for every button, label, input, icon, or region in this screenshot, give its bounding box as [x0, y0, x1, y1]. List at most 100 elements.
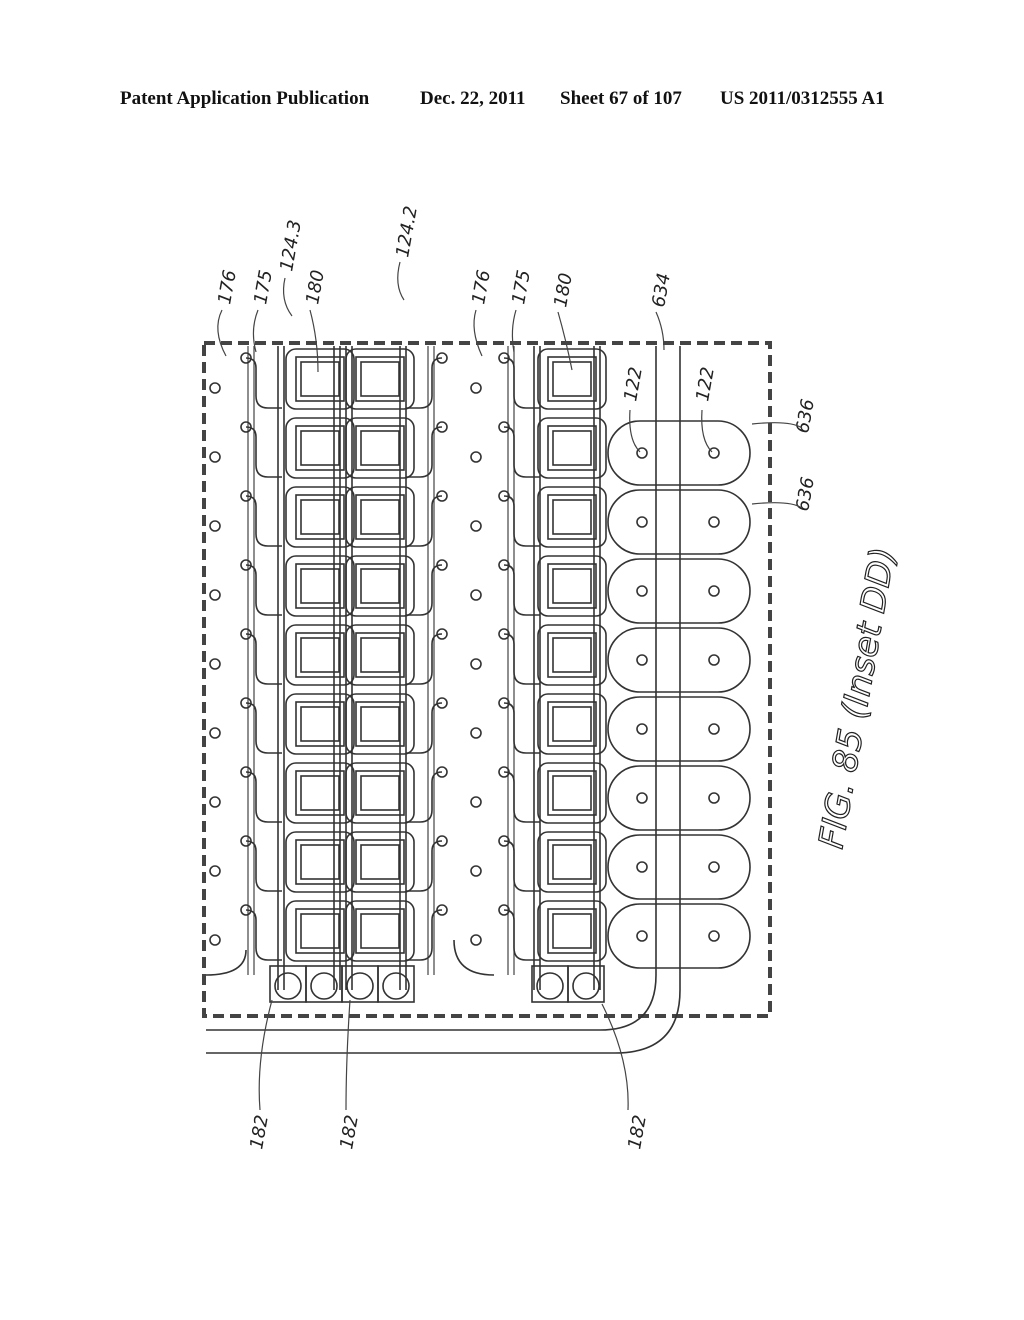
serpentine-trace	[406, 633, 443, 685]
via-dot	[209, 727, 221, 739]
chamber-window	[360, 361, 400, 397]
chamber-frame	[355, 770, 405, 816]
via-122	[636, 861, 648, 873]
via-122	[708, 654, 720, 666]
serpentine-trace	[406, 564, 443, 616]
via-122	[636, 723, 648, 735]
via-dot	[470, 727, 482, 739]
chamber-frame	[355, 908, 405, 954]
label-122-a: 122	[620, 365, 647, 402]
valve-bubble	[310, 972, 338, 1000]
chamber-frame	[295, 701, 345, 747]
via-dot	[470, 934, 482, 946]
chamber-window	[360, 775, 400, 811]
bulge-curve	[205, 949, 247, 976]
chamber-window	[360, 844, 400, 880]
via-dot	[209, 451, 221, 463]
figure-caption: FIG. 85 (Inset DD)	[811, 544, 903, 851]
cell-array	[607, 420, 751, 969]
chamber-frame	[295, 770, 345, 816]
serpentine-trace	[245, 702, 282, 754]
chamber-window	[552, 430, 592, 466]
channel-634-inner	[206, 346, 657, 1031]
chamber-frame	[355, 632, 405, 678]
chamber-frame	[547, 908, 597, 954]
serpentine-trace	[406, 702, 443, 754]
via-dot	[470, 382, 482, 394]
label-636-b: 636	[792, 475, 819, 512]
serpentine-trace	[406, 771, 443, 823]
serpentine-trace	[245, 564, 282, 616]
label-182-b: 182	[336, 1113, 363, 1150]
chamber-frame	[355, 701, 405, 747]
serpentine-trace	[245, 840, 282, 892]
chamber-frame	[295, 563, 345, 609]
label-182-c: 182	[624, 1113, 651, 1150]
cell-636	[607, 558, 751, 624]
chamber-frame	[547, 701, 597, 747]
via-dot	[470, 520, 482, 532]
via-122	[636, 516, 648, 528]
via-dot	[209, 865, 221, 877]
cell-636	[607, 765, 751, 831]
via-122	[636, 930, 648, 942]
via-122	[636, 792, 648, 804]
via-dot	[209, 796, 221, 808]
via-122	[708, 792, 720, 804]
chamber-window	[552, 913, 592, 949]
via-dot	[209, 589, 221, 601]
via-122	[708, 723, 720, 735]
chamber-frame	[295, 494, 345, 540]
label-634: 634	[648, 271, 675, 308]
chamber-frame	[547, 632, 597, 678]
chamber-window	[360, 430, 400, 466]
via-122	[636, 585, 648, 597]
chamber-frame	[355, 563, 405, 609]
chamber-frame	[547, 494, 597, 540]
chamber-frame	[547, 770, 597, 816]
label-182-a: 182	[246, 1113, 273, 1150]
cell-636	[607, 489, 751, 555]
chamber-frame	[295, 632, 345, 678]
serpentine-trace	[406, 426, 443, 478]
chamber-window	[360, 637, 400, 673]
serpentine-trace	[245, 357, 282, 409]
chamber-frame	[295, 425, 345, 471]
chamber-window	[360, 706, 400, 742]
via-122	[708, 930, 720, 942]
chamber-window	[360, 568, 400, 604]
serpentine-trace	[245, 426, 282, 478]
chamber-frame	[355, 425, 405, 471]
serpentine-trace	[406, 495, 443, 547]
patent-drawing: 176 175 124.3 180 124.2 176 175 180 634 …	[202, 204, 904, 1151]
chamber-frame	[547, 839, 597, 885]
via-122	[708, 861, 720, 873]
cell-636	[607, 627, 751, 693]
via-dot	[470, 451, 482, 463]
chamber-window	[552, 499, 592, 535]
chamber-frame	[355, 839, 405, 885]
via-dot	[209, 382, 221, 394]
chamber-window	[360, 499, 400, 535]
valve-bubble	[274, 972, 302, 1000]
serpentine-trace	[245, 633, 282, 685]
via-dot	[470, 796, 482, 808]
cell-636	[607, 834, 751, 900]
serpentine-trace	[406, 357, 443, 409]
via-122	[708, 516, 720, 528]
cell-636	[607, 903, 751, 969]
chamber-frame	[355, 356, 405, 402]
via-dot	[470, 589, 482, 601]
valve-bubble	[536, 972, 564, 1000]
via-dot	[209, 658, 221, 670]
label-180: 180	[302, 268, 329, 305]
chamber-frame	[295, 839, 345, 885]
valve-array	[269, 965, 605, 1003]
serpentine-trace	[245, 771, 282, 823]
valve-bubble	[572, 972, 600, 1000]
via-dot	[209, 934, 221, 946]
via-122	[708, 585, 720, 597]
label-176: 176	[214, 268, 241, 305]
cell-636	[607, 420, 751, 486]
serpentine-trace	[406, 909, 443, 961]
